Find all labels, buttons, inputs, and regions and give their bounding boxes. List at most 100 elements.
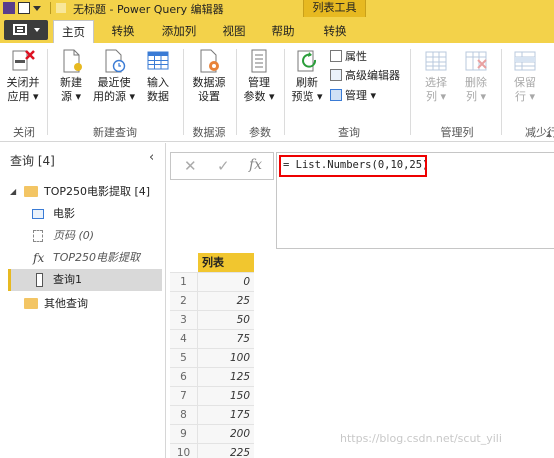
- query-group-top250[interactable]: ◢ TOP250电影提取 [4]: [0, 181, 165, 203]
- fx-icon[interactable]: fx: [249, 157, 262, 173]
- close-apply-icon: [10, 48, 36, 74]
- query-item-movies[interactable]: 电影: [0, 203, 165, 225]
- table-cell[interactable]: 0: [198, 273, 254, 292]
- table-cell[interactable]: 75: [198, 330, 254, 349]
- choose-columns-button[interactable]: 选择 列 ▾: [416, 48, 456, 104]
- table-cell[interactable]: 225: [198, 444, 254, 458]
- table-cell[interactable]: 100: [198, 349, 254, 368]
- remove-columns-label-2: 列 ▾: [465, 90, 487, 103]
- properties-icon: [330, 50, 342, 62]
- row-number[interactable]: 2: [170, 292, 198, 311]
- collapse-ribbon-icon[interactable]: [546, 133, 552, 137]
- doc-icon: [56, 3, 66, 13]
- formula-actions: ✕ ✓ fx: [170, 152, 274, 180]
- qat-divider: [50, 2, 51, 14]
- check-icon[interactable]: ✓: [217, 157, 230, 175]
- choose-columns-icon: [423, 48, 449, 74]
- remove-columns-label-1: 删除: [465, 76, 487, 89]
- manage-parameters-label-2: 参数 ▾: [243, 90, 275, 103]
- expand-triangle-icon[interactable]: ◢: [10, 181, 16, 203]
- table-icon: [32, 209, 44, 219]
- query-item-label: 查询1: [53, 273, 82, 286]
- table-cell[interactable]: 125: [198, 368, 254, 387]
- group-divider: [236, 49, 237, 135]
- cancel-icon[interactable]: ✕: [184, 157, 197, 175]
- row-number[interactable]: 9: [170, 425, 198, 444]
- advanced-editor-icon: [330, 69, 342, 81]
- row-number[interactable]: 3: [170, 311, 198, 330]
- advanced-editor-label: 高级编辑器: [345, 69, 400, 82]
- table-cell[interactable]: 200: [198, 425, 254, 444]
- group-divider: [410, 49, 411, 135]
- manage-button[interactable]: 管理 ▾: [330, 88, 376, 106]
- enter-data-button[interactable]: 输入 数据: [138, 48, 178, 104]
- watermark: https://blog.csdn.net/scut_yili: [340, 432, 502, 445]
- row-number[interactable]: 4: [170, 330, 198, 349]
- new-source-icon: [58, 48, 84, 74]
- chevron-left-icon[interactable]: ‹: [149, 150, 154, 165]
- tab-home[interactable]: 主页: [53, 20, 94, 44]
- window-title: 无标题 - Power Query 编辑器: [73, 3, 224, 16]
- recent-sources-icon: [101, 48, 127, 74]
- query-group-other-label: 其他查询: [44, 297, 88, 310]
- column-header[interactable]: 列表: [198, 253, 254, 273]
- chevron-down-icon: [34, 28, 40, 32]
- data-source-settings-icon: [196, 48, 222, 74]
- row-number[interactable]: 8: [170, 406, 198, 425]
- properties-button[interactable]: 属性: [330, 49, 367, 67]
- refresh-icon: [294, 48, 320, 74]
- new-source-button[interactable]: 新建 源 ▾: [51, 48, 91, 104]
- table-icon: [145, 48, 171, 74]
- table-cell[interactable]: 175: [198, 406, 254, 425]
- remove-columns-button[interactable]: 删除 列 ▾: [456, 48, 496, 104]
- keep-rows-icon: [512, 48, 538, 74]
- advanced-editor-button[interactable]: 高级编辑器: [330, 68, 400, 86]
- refresh-preview-button[interactable]: 刷新 预览 ▾: [287, 48, 327, 104]
- keep-rows-label-1: 保留: [514, 76, 536, 89]
- recent-sources-label-1: 最近使: [97, 76, 131, 89]
- query-item-page[interactable]: 页码 (0): [0, 225, 165, 247]
- row-number[interactable]: 1: [170, 273, 198, 292]
- tab-list-transform[interactable]: 转换: [315, 20, 355, 43]
- query-group-other[interactable]: 其他查询: [0, 293, 165, 315]
- file-menu-button[interactable]: [4, 20, 48, 40]
- folder-icon: [24, 186, 38, 197]
- group-label-close: 关闭: [13, 126, 35, 139]
- table-cell[interactable]: 25: [198, 292, 254, 311]
- app-logo-icon: [3, 2, 15, 14]
- recent-sources-button[interactable]: 最近使 用的源 ▾: [92, 48, 136, 104]
- group-divider: [284, 49, 285, 135]
- tab-help[interactable]: 帮助: [264, 20, 302, 43]
- manage-parameters-button[interactable]: 管理 参数 ▾: [238, 48, 280, 104]
- tab-view[interactable]: 视图: [215, 20, 253, 43]
- data-source-settings-button[interactable]: 数据源 设置: [186, 48, 232, 104]
- function-icon: fx: [33, 251, 45, 265]
- group-label-manage-columns: 管理列: [440, 126, 474, 139]
- qat-dropdown-icon[interactable]: [33, 6, 41, 11]
- recent-sources-label-2: 用的源 ▾: [92, 90, 136, 103]
- keep-rows-label-2: 行 ▾: [514, 90, 536, 103]
- close-apply-button[interactable]: 关闭并 应用 ▾: [3, 48, 43, 104]
- manage-parameters-label-1: 管理: [248, 76, 270, 89]
- table-cell[interactable]: 50: [198, 311, 254, 330]
- row-number[interactable]: 10: [170, 444, 198, 458]
- query-item-function[interactable]: fx TOP250电影提取: [0, 247, 165, 269]
- keep-rows-button[interactable]: 保留 行 ▾: [505, 48, 545, 104]
- row-number[interactable]: 7: [170, 387, 198, 406]
- table-cell[interactable]: 150: [198, 387, 254, 406]
- formula-bar: ✕ ✓ fx = List.Numbers(0,10,25): [170, 152, 554, 249]
- query-item-query1[interactable]: 查询1: [8, 269, 162, 291]
- tab-add-column[interactable]: 添加列: [154, 20, 204, 43]
- group-divider: [183, 49, 184, 135]
- row-number[interactable]: 6: [170, 368, 198, 387]
- choose-columns-label-2: 列 ▾: [425, 90, 447, 103]
- group-label-parameters: 参数: [249, 126, 271, 139]
- parameter-icon: [33, 230, 43, 242]
- row-number[interactable]: 5: [170, 349, 198, 368]
- highlight-annotation-box: [279, 155, 427, 177]
- tab-transform[interactable]: 转换: [104, 20, 142, 43]
- close-apply-label-2: 应用 ▾: [7, 90, 39, 103]
- save-icon[interactable]: [18, 2, 30, 14]
- new-source-label-1: 新建: [60, 76, 82, 89]
- query-group-label: TOP250电影提取 [4]: [44, 185, 151, 198]
